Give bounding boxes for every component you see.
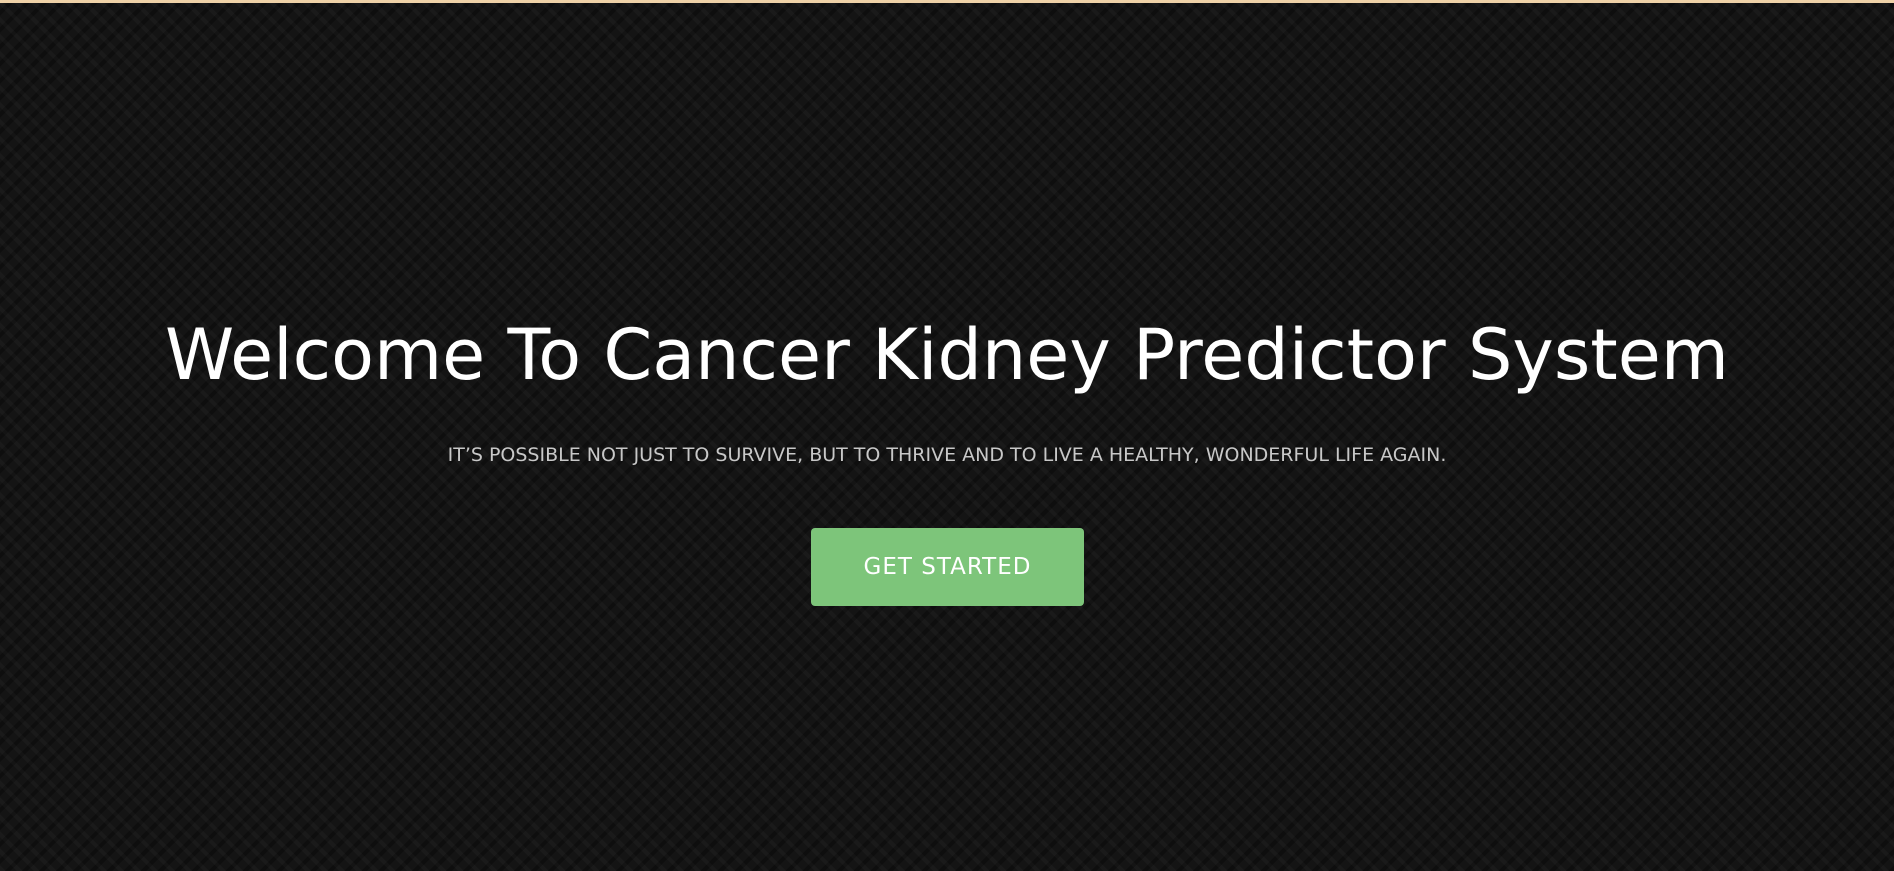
hero-subtitle: IT’S POSSIBLE NOT JUST TO SURVIVE, BUT T… (447, 444, 1447, 466)
hero-section: Welcome To Cancer Kidney Predictor Syste… (0, 0, 1894, 871)
hero-title: Welcome To Cancer Kidney Predictor Syste… (165, 314, 1729, 396)
get-started-button[interactable]: GET STARTED (811, 528, 1084, 606)
